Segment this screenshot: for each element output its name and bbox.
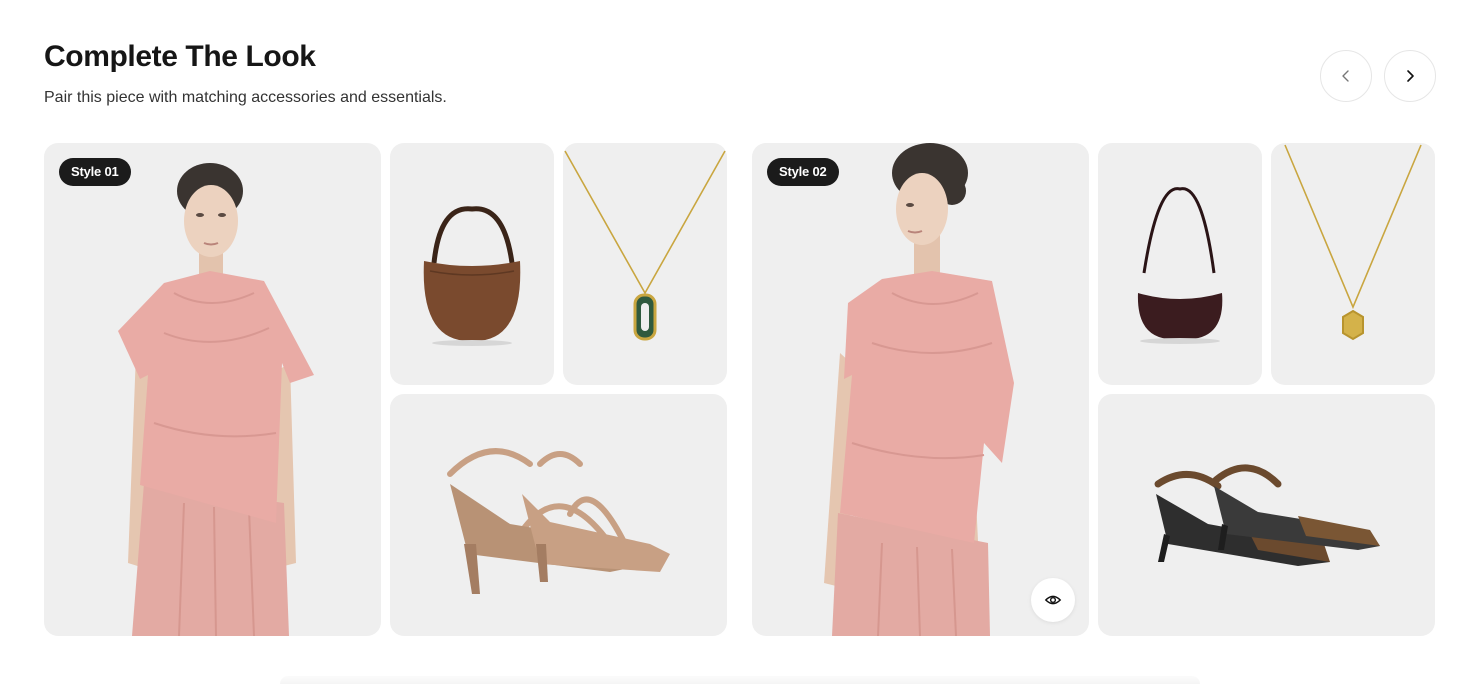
look-2-bag-card[interactable] — [1098, 143, 1262, 385]
look-2-model-card[interactable]: Style 02 — [752, 143, 1089, 636]
look-1-model-card[interactable]: Style 01 — [44, 143, 381, 636]
look-1-sandals-card[interactable] — [390, 394, 727, 636]
look-badge: Style 01 — [59, 158, 131, 186]
sandals-image — [1154, 464, 1380, 566]
model-three-quarter-image — [824, 143, 1014, 636]
carousel-scrollbar[interactable] — [280, 676, 1200, 684]
look-1-bag-card[interactable] — [390, 143, 554, 385]
look-1-necklace-card[interactable] — [563, 143, 727, 385]
look-badge: Style 02 — [767, 158, 839, 186]
chevron-left-icon — [1342, 70, 1349, 82]
sandals-image — [447, 448, 670, 594]
handbag-image — [423, 206, 521, 346]
handbag-image — [1137, 187, 1223, 344]
look-2-necklace-card[interactable] — [1271, 143, 1435, 385]
model-front-image — [118, 163, 314, 636]
section-title: Complete The Look — [44, 40, 316, 73]
necklace-image — [564, 150, 726, 341]
chevron-right-icon — [1407, 70, 1414, 82]
look-2-sandals-card[interactable] — [1098, 394, 1435, 636]
necklace-image — [1284, 144, 1422, 341]
carousel-next-button[interactable] — [1384, 50, 1436, 102]
eye-icon — [1044, 595, 1062, 605]
quick-view-button[interactable] — [1031, 578, 1075, 622]
carousel-prev-button[interactable] — [1320, 50, 1372, 102]
section-subtitle: Pair this piece with matching accessorie… — [44, 89, 447, 106]
